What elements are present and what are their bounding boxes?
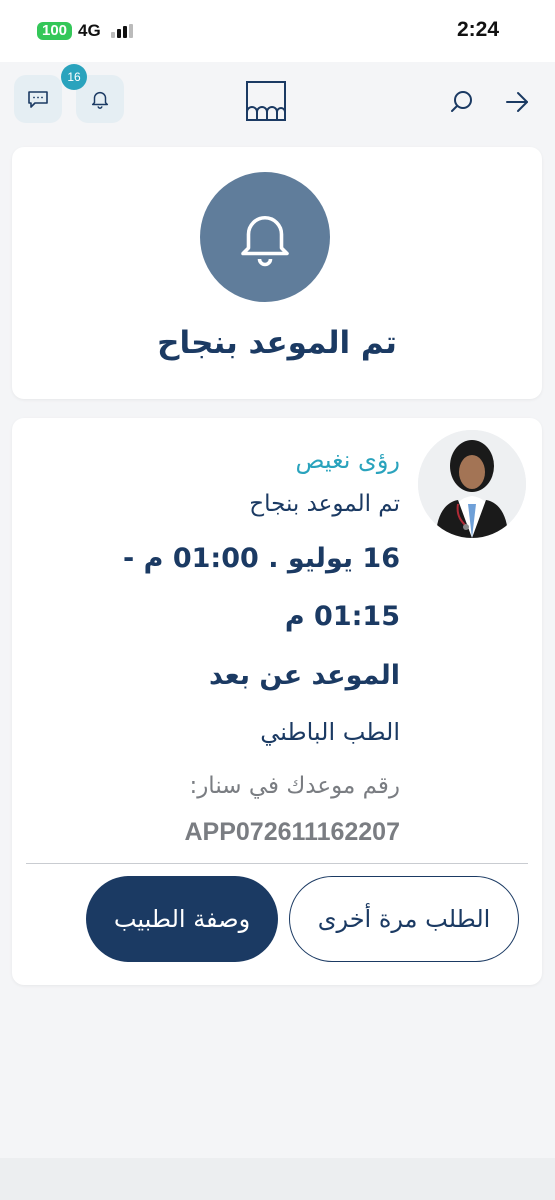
success-title: تم الموعد بنجاح (157, 325, 397, 361)
network-type: 4G (78, 21, 101, 40)
appointment-status: تم الموعد بنجاح (249, 491, 400, 517)
search-icon[interactable] (449, 88, 477, 116)
chat-icon (28, 91, 48, 108)
notification-count-badge: 16 (61, 64, 87, 90)
reference-number: APP072611162207 (184, 818, 401, 846)
arrow-right-icon[interactable] (503, 88, 531, 116)
signal-icon (111, 24, 137, 38)
success-card: تم الموعد بنجاح (12, 147, 542, 399)
appointment-date-line1: 16 يوليو . 01:00 م - (123, 543, 400, 574)
app-header: 16 (0, 62, 555, 142)
app-logo[interactable] (245, 80, 287, 122)
prescription-button[interactable]: وصفة الطبيب (86, 876, 278, 962)
bottom-bar (0, 1158, 555, 1200)
status-bar: 100 4G 2:24 (0, 0, 555, 62)
appointment-info: رؤى نغيص تم الموعد بنجاح 16 يوليو . 01:0… (20, 438, 400, 852)
status-time: 2:24 (456, 18, 499, 41)
visit-type: الموعد عن بعد (209, 660, 400, 691)
appointment-card: رؤى نغيص تم الموعد بنجاح 16 يوليو . 01:0… (12, 418, 542, 985)
battery-indicator: 100 (37, 22, 73, 40)
doctor-name[interactable]: رؤى نغيص (20, 438, 401, 482)
specialty: الطب الباطني (260, 718, 400, 746)
doctor-avatar[interactable] (418, 430, 526, 538)
reference-label: رقم موعدك في سنار: (189, 773, 400, 799)
messages-button[interactable] (14, 75, 62, 123)
success-bell-circle (200, 172, 330, 302)
reorder-button[interactable]: الطلب مرة أخرى (289, 876, 519, 962)
divider (26, 863, 528, 864)
bell-icon (91, 91, 109, 109)
bell-icon (241, 215, 289, 267)
appointment-date-line2: 01:15 م (284, 601, 400, 632)
